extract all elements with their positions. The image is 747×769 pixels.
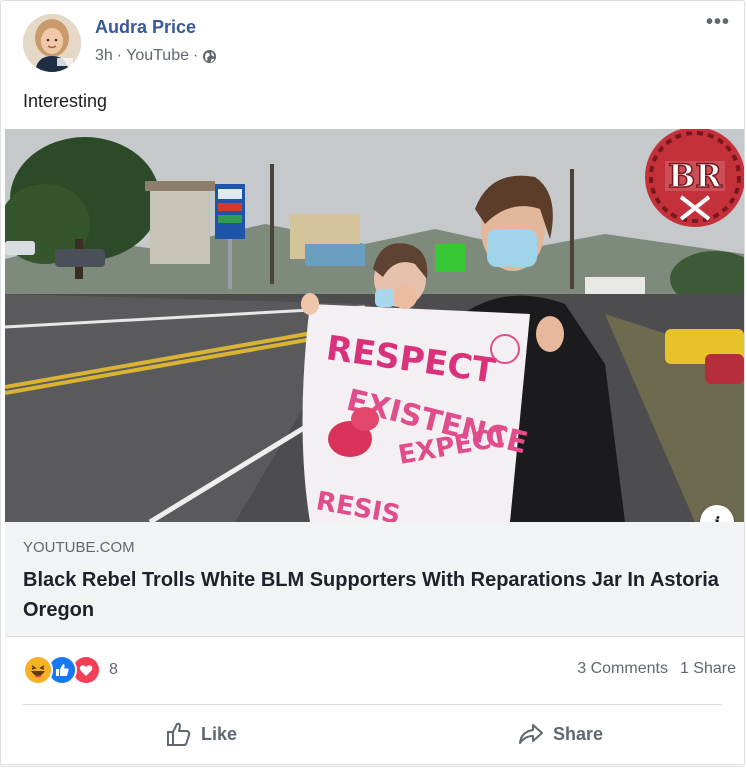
post-time[interactable]: 3h: [95, 47, 113, 65]
share-button[interactable]: Share: [517, 721, 603, 747]
reactions-summary[interactable]: 8: [23, 655, 118, 685]
share-arrow-icon: [519, 724, 543, 744]
link-title[interactable]: Black Rebel Trolls White BLM Supporters …: [23, 565, 741, 625]
shares-count-link[interactable]: 1 Share: [680, 660, 736, 678]
card-bottom-border: [1, 764, 744, 765]
like-button[interactable]: Like: [165, 721, 237, 747]
post-card: Audra Price 3h · YouTube · ••• Interesti…: [0, 0, 745, 767]
engagement-counts: 3 Comments 1 Share: [577, 660, 736, 678]
like-label: Like: [201, 723, 238, 744]
post-text: Interesting: [23, 91, 108, 111]
video-thumbnail-image: RESPECT EXISTENCE EXPECT RESIS BR: [5, 129, 744, 522]
globe-icon: [203, 49, 217, 63]
link-preview[interactable]: YOUTUBE.COM Black Rebel Trolls White BLM…: [5, 522, 744, 637]
thumbs-up-icon: [167, 722, 191, 746]
reaction-count: 8: [109, 661, 118, 678]
meta-separator-2: ·: [193, 47, 199, 64]
share-label: Share: [553, 723, 604, 744]
post-source: YouTube: [126, 47, 189, 64]
channel-watermark-logo: BR: [645, 129, 744, 227]
comments-count-link[interactable]: 3 Comments: [577, 660, 668, 678]
author-avatar[interactable]: [23, 14, 81, 72]
video-thumbnail[interactable]: RESPECT EXISTENCE EXPECT RESIS BR: [5, 129, 744, 522]
svg-text:BR: BR: [668, 157, 722, 195]
haha-icon: [23, 655, 53, 685]
link-domain: YOUTUBE.COM: [23, 539, 135, 556]
avatar-image: [23, 14, 81, 72]
meta-separator: ·: [116, 47, 123, 64]
more-options-button[interactable]: •••: [706, 11, 730, 34]
actions-divider: [23, 704, 722, 705]
post-meta: 3h · YouTube ·: [95, 47, 217, 65]
author-name[interactable]: Audra Price: [95, 17, 196, 38]
